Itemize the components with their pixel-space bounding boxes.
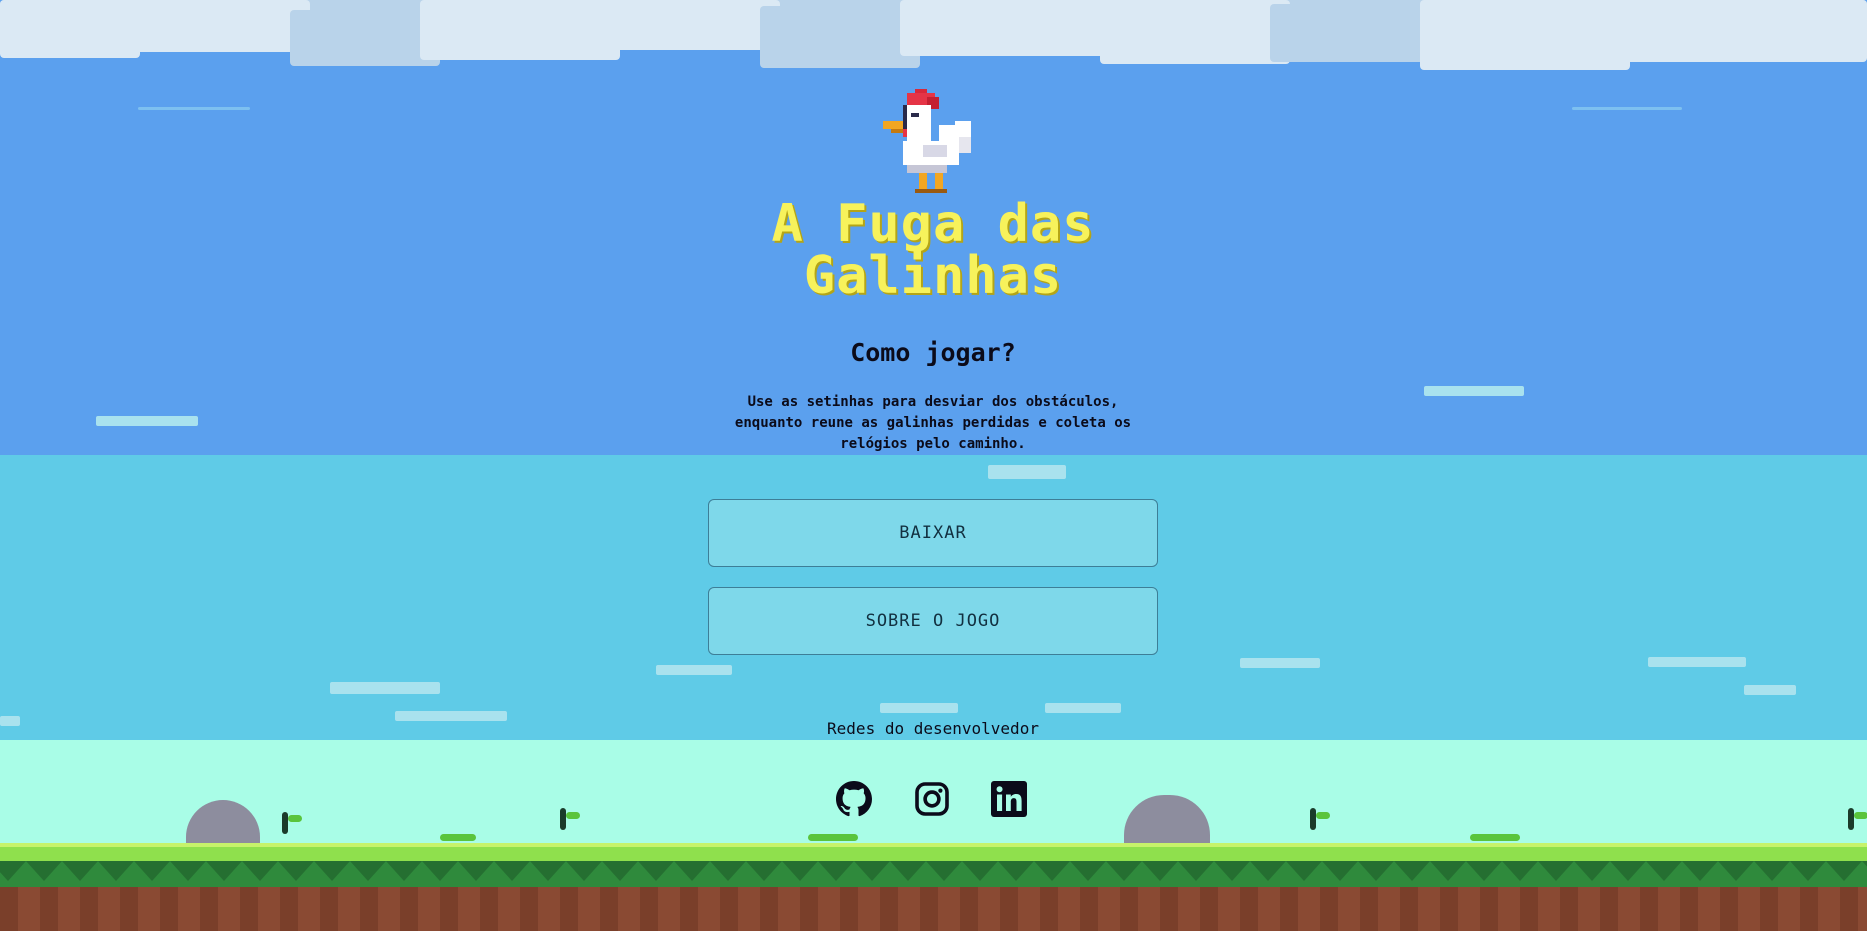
- instagram-icon[interactable]: [914, 781, 950, 817]
- developer-social-label: Redes do desenvolvedor: [827, 719, 1039, 738]
- main-menu: A Fuga das Galinhas Como jogar? Use as s…: [0, 0, 1867, 931]
- how-to-play-heading: Como jogar?: [850, 338, 1016, 367]
- github-icon[interactable]: [836, 781, 872, 817]
- download-button[interactable]: BAIXAR: [708, 499, 1158, 567]
- chicken-icon: [883, 89, 971, 193]
- how-to-play-description: Use as setinhas para desviar dos obstácu…: [734, 394, 1132, 452]
- game-title-line1: A Fuga das: [771, 194, 1095, 254]
- game-title: A Fuga das Galinhas: [683, 198, 1183, 302]
- linkedin-icon[interactable]: [991, 781, 1027, 817]
- game-title-line2: Galinhas: [803, 246, 1063, 306]
- about-game-button[interactable]: SOBRE O JOGO: [708, 587, 1158, 655]
